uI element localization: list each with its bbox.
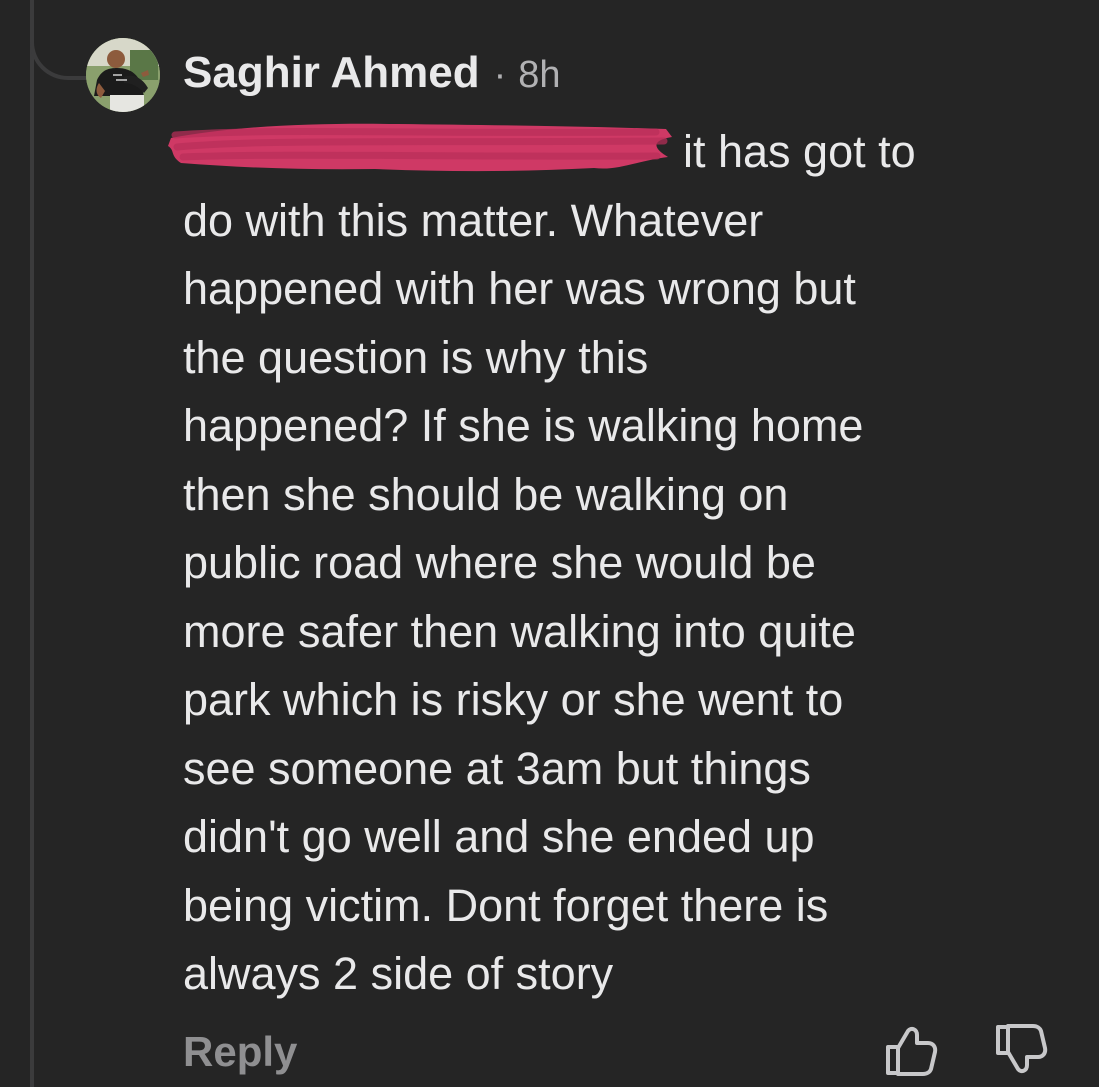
thread-connector: [30, 0, 92, 80]
thumbs-up-icon[interactable]: [880, 1020, 940, 1080]
meta-separator: ·: [493, 54, 507, 96]
comment-time: 8h: [518, 54, 561, 96]
avatar[interactable]: [86, 38, 160, 112]
profile-photo-icon: [86, 38, 160, 112]
thread-line: [30, 0, 34, 1087]
thumbs-down-icon[interactable]: [990, 1020, 1050, 1080]
comment-body: it has got to do with this matter. Whate…: [183, 126, 916, 999]
reply-button[interactable]: Reply: [183, 1028, 297, 1076]
author-name[interactable]: Saghir Ahmed: [183, 48, 480, 98]
comment-body-wrapper: it has got to do with this matter. Whate…: [168, 118, 1053, 1009]
comment-meta: Saghir Ahmed · 8h: [183, 48, 1063, 100]
comment-screen: Saghir Ahmed · 8h it has got to do with …: [0, 0, 1099, 1087]
comment: Saghir Ahmed · 8h it has got to do with …: [168, 48, 1063, 1009]
